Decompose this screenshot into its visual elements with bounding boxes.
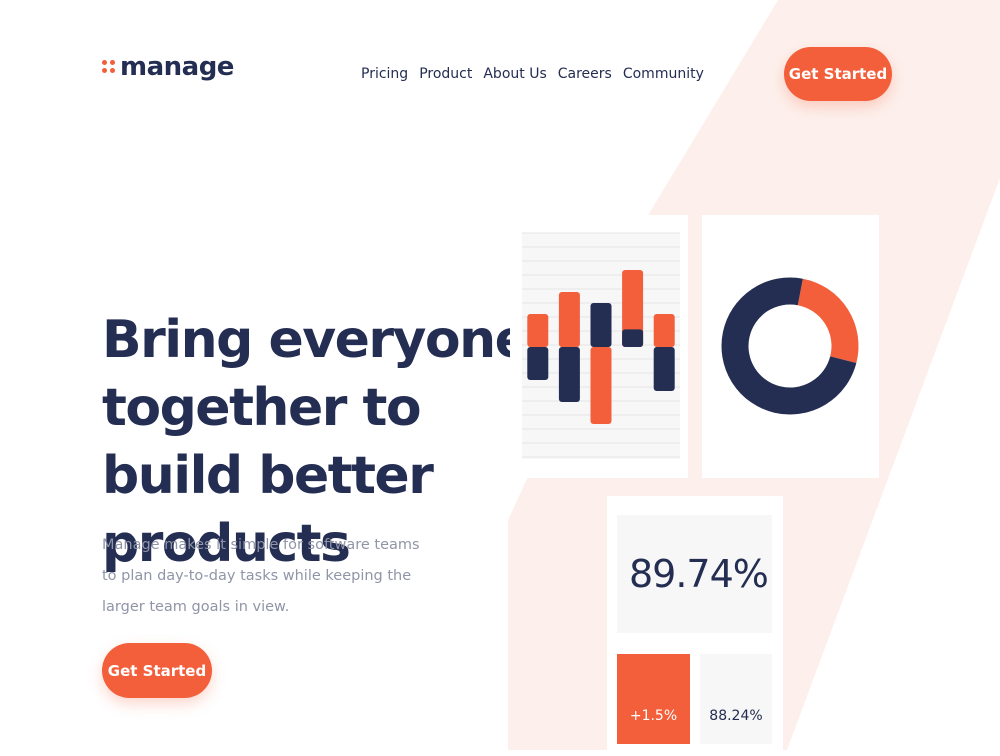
bar-chart-bar bbox=[590, 347, 612, 424]
bar-chart-card bbox=[510, 215, 688, 478]
logo-icon bbox=[102, 59, 116, 75]
donut-chart-card bbox=[702, 215, 879, 478]
donut-chart bbox=[721, 277, 859, 415]
bar-chart-bar bbox=[527, 347, 549, 380]
bar-chart-bar bbox=[558, 292, 580, 347]
nav-link-pricing[interactable]: Pricing bbox=[361, 66, 408, 82]
bar-chart-bar bbox=[527, 314, 549, 347]
bar-chart-bar bbox=[590, 303, 612, 347]
bar-chart-bar bbox=[653, 314, 675, 347]
main-nav: Pricing Product About Us Careers Communi… bbox=[361, 66, 704, 82]
nav-link-about-us[interactable]: About Us bbox=[483, 66, 546, 82]
header-get-started-button[interactable]: Get Started bbox=[784, 47, 892, 101]
hero-description: Manage makes it simple for software team… bbox=[102, 537, 420, 615]
site-header: manage Pricing Product About Us Careers … bbox=[0, 0, 1000, 150]
logo[interactable]: manage bbox=[102, 54, 234, 80]
stat-main-value: 89.74% bbox=[617, 515, 772, 633]
stat-secondary-tile: 88.24% bbox=[700, 654, 772, 744]
nav-link-careers[interactable]: Careers bbox=[558, 66, 612, 82]
logo-text: manage bbox=[120, 52, 234, 82]
stats-card: 89.74% +1.5% 88.24% bbox=[607, 496, 783, 756]
stat-change-tile: +1.5% bbox=[617, 654, 690, 744]
bar-chart-bar bbox=[653, 347, 675, 391]
nav-link-community[interactable]: Community bbox=[623, 66, 704, 82]
bar-chart-bar bbox=[622, 329, 644, 347]
donut-chart-slice bbox=[797, 278, 859, 364]
hero-get-started-button[interactable]: Get Started bbox=[102, 643, 212, 698]
nav-link-product[interactable]: Product bbox=[419, 66, 472, 82]
bar-chart-bar bbox=[558, 347, 580, 402]
bar-chart bbox=[522, 232, 680, 459]
